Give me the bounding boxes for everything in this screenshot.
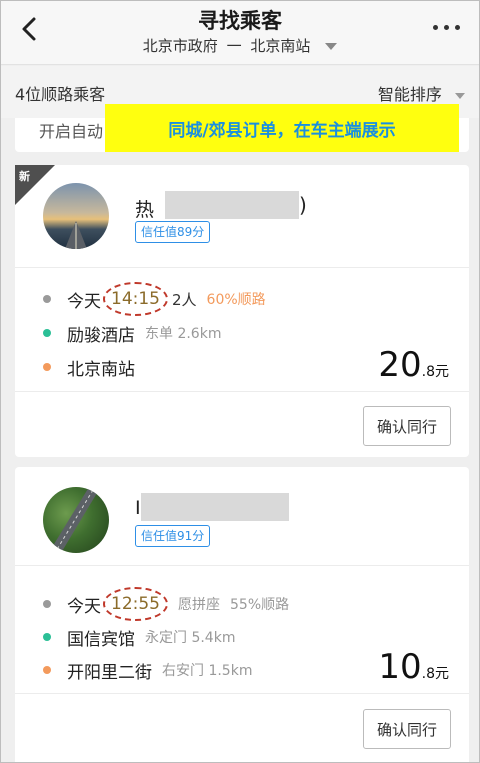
pickup-location: 国信宾馆: [67, 629, 135, 650]
page-title: 寻找乘客: [198, 9, 282, 33]
route-selector[interactable]: 北京市政府 一 北京南站: [1, 35, 479, 56]
dropoff-meta: 右安门 1.5km: [162, 663, 253, 679]
departure-time: 12:55: [103, 587, 168, 621]
new-tag-label: 新: [19, 170, 30, 183]
clock-icon: [43, 295, 51, 303]
clock-icon: [43, 600, 51, 608]
avatar[interactable]: [43, 183, 109, 249]
name-redaction: [141, 493, 289, 521]
route-from: 北京市政府: [142, 37, 218, 55]
chevron-down-icon: [455, 92, 465, 99]
date-label: 今天: [67, 596, 101, 617]
route-to: 北京南站: [250, 37, 311, 55]
divider: [15, 693, 469, 694]
chevron-down-icon: [325, 43, 338, 50]
dropoff-row: 开阳里二街 右安门 1.5km: [43, 658, 253, 683]
fare-decimal: .8元: [421, 364, 449, 380]
dropoff-location: 开阳里二街: [67, 662, 152, 683]
more-menu-icon[interactable]: [433, 25, 461, 33]
date-label: 今天: [67, 291, 101, 312]
divider: [15, 267, 469, 268]
dropoff-dot-icon: [43, 666, 51, 674]
trust-score-badge: 信任值91分: [135, 525, 211, 547]
fare-price: 20.8元: [378, 345, 449, 385]
dropoff-location: 北京南站: [67, 359, 135, 380]
dropoff-row: 北京南站: [43, 355, 135, 380]
route-separator: 一: [226, 37, 242, 55]
sort-dropdown[interactable]: 智能排序: [378, 81, 465, 105]
divider: [15, 391, 469, 392]
passenger-count-label: 2人: [172, 290, 197, 309]
fare-price: 10.8元: [378, 647, 449, 687]
pickup-row: 国信宾馆 永定门 5.4km: [43, 625, 236, 650]
passenger-name-suffix: ): [299, 193, 307, 217]
pickup-dot-icon: [43, 633, 51, 641]
time-row: 今天 12:55 愿拼座 55%顺路: [43, 587, 290, 621]
fare-integer: 10: [378, 647, 422, 687]
passenger-card[interactable]: I 信任值91分 今天 12:55 愿拼座 55%顺路 国信宾馆 永定门 5.4…: [15, 467, 469, 762]
departure-time: 14:15: [103, 282, 168, 316]
avatar[interactable]: [43, 487, 109, 553]
passenger-card[interactable]: 新 热 ) 信任值89分 今天 14:15 2人 60%顺路 励骏酒店 东单 2…: [15, 165, 469, 457]
app-frame: 寻找乘客 北京市政府 一 北京南站 4位顺路乘客 智能排序 开启自动 同城/郊县…: [0, 0, 480, 763]
sort-label: 智能排序: [377, 85, 442, 104]
time-row: 今天 14:15 2人 60%顺路: [43, 282, 266, 316]
top-header: 寻找乘客 北京市政府 一 北京南站: [1, 1, 479, 65]
pickup-dot-icon: [43, 329, 51, 337]
dropoff-dot-icon: [43, 363, 51, 371]
forest-road-avatar-icon: [51, 487, 97, 553]
route-match-percent: 55%顺路: [230, 597, 290, 613]
passenger-count: 4位顺路乘客: [15, 85, 106, 104]
route-match-percent: 60%顺路: [206, 292, 266, 308]
confirm-ride-button[interactable]: 确认同行: [363, 709, 451, 749]
confirm-ride-button[interactable]: 确认同行: [363, 406, 451, 446]
fare-decimal: .8元: [421, 666, 449, 682]
partial-card-text: 开启自动: [39, 122, 104, 141]
seat-share-label: 愿拼座: [178, 597, 220, 613]
name-redaction: [165, 191, 299, 219]
pickup-row: 励骏酒店 东单 2.6km: [43, 321, 222, 346]
passenger-name: 热: [135, 199, 155, 221]
sunset-road-avatar-icon: [65, 221, 87, 249]
pickup-meta: 东单 2.6km: [145, 326, 222, 342]
pickup-location: 励骏酒店: [67, 325, 135, 346]
pickup-meta: 永定门 5.4km: [145, 630, 236, 646]
divider: [15, 565, 469, 566]
passenger-name: I: [135, 497, 141, 519]
fare-integer: 20: [378, 345, 422, 385]
trust-score-badge: 信任值89分: [135, 221, 211, 243]
annotation-banner: 同城/郊县订单，在车主端展示: [105, 104, 459, 152]
